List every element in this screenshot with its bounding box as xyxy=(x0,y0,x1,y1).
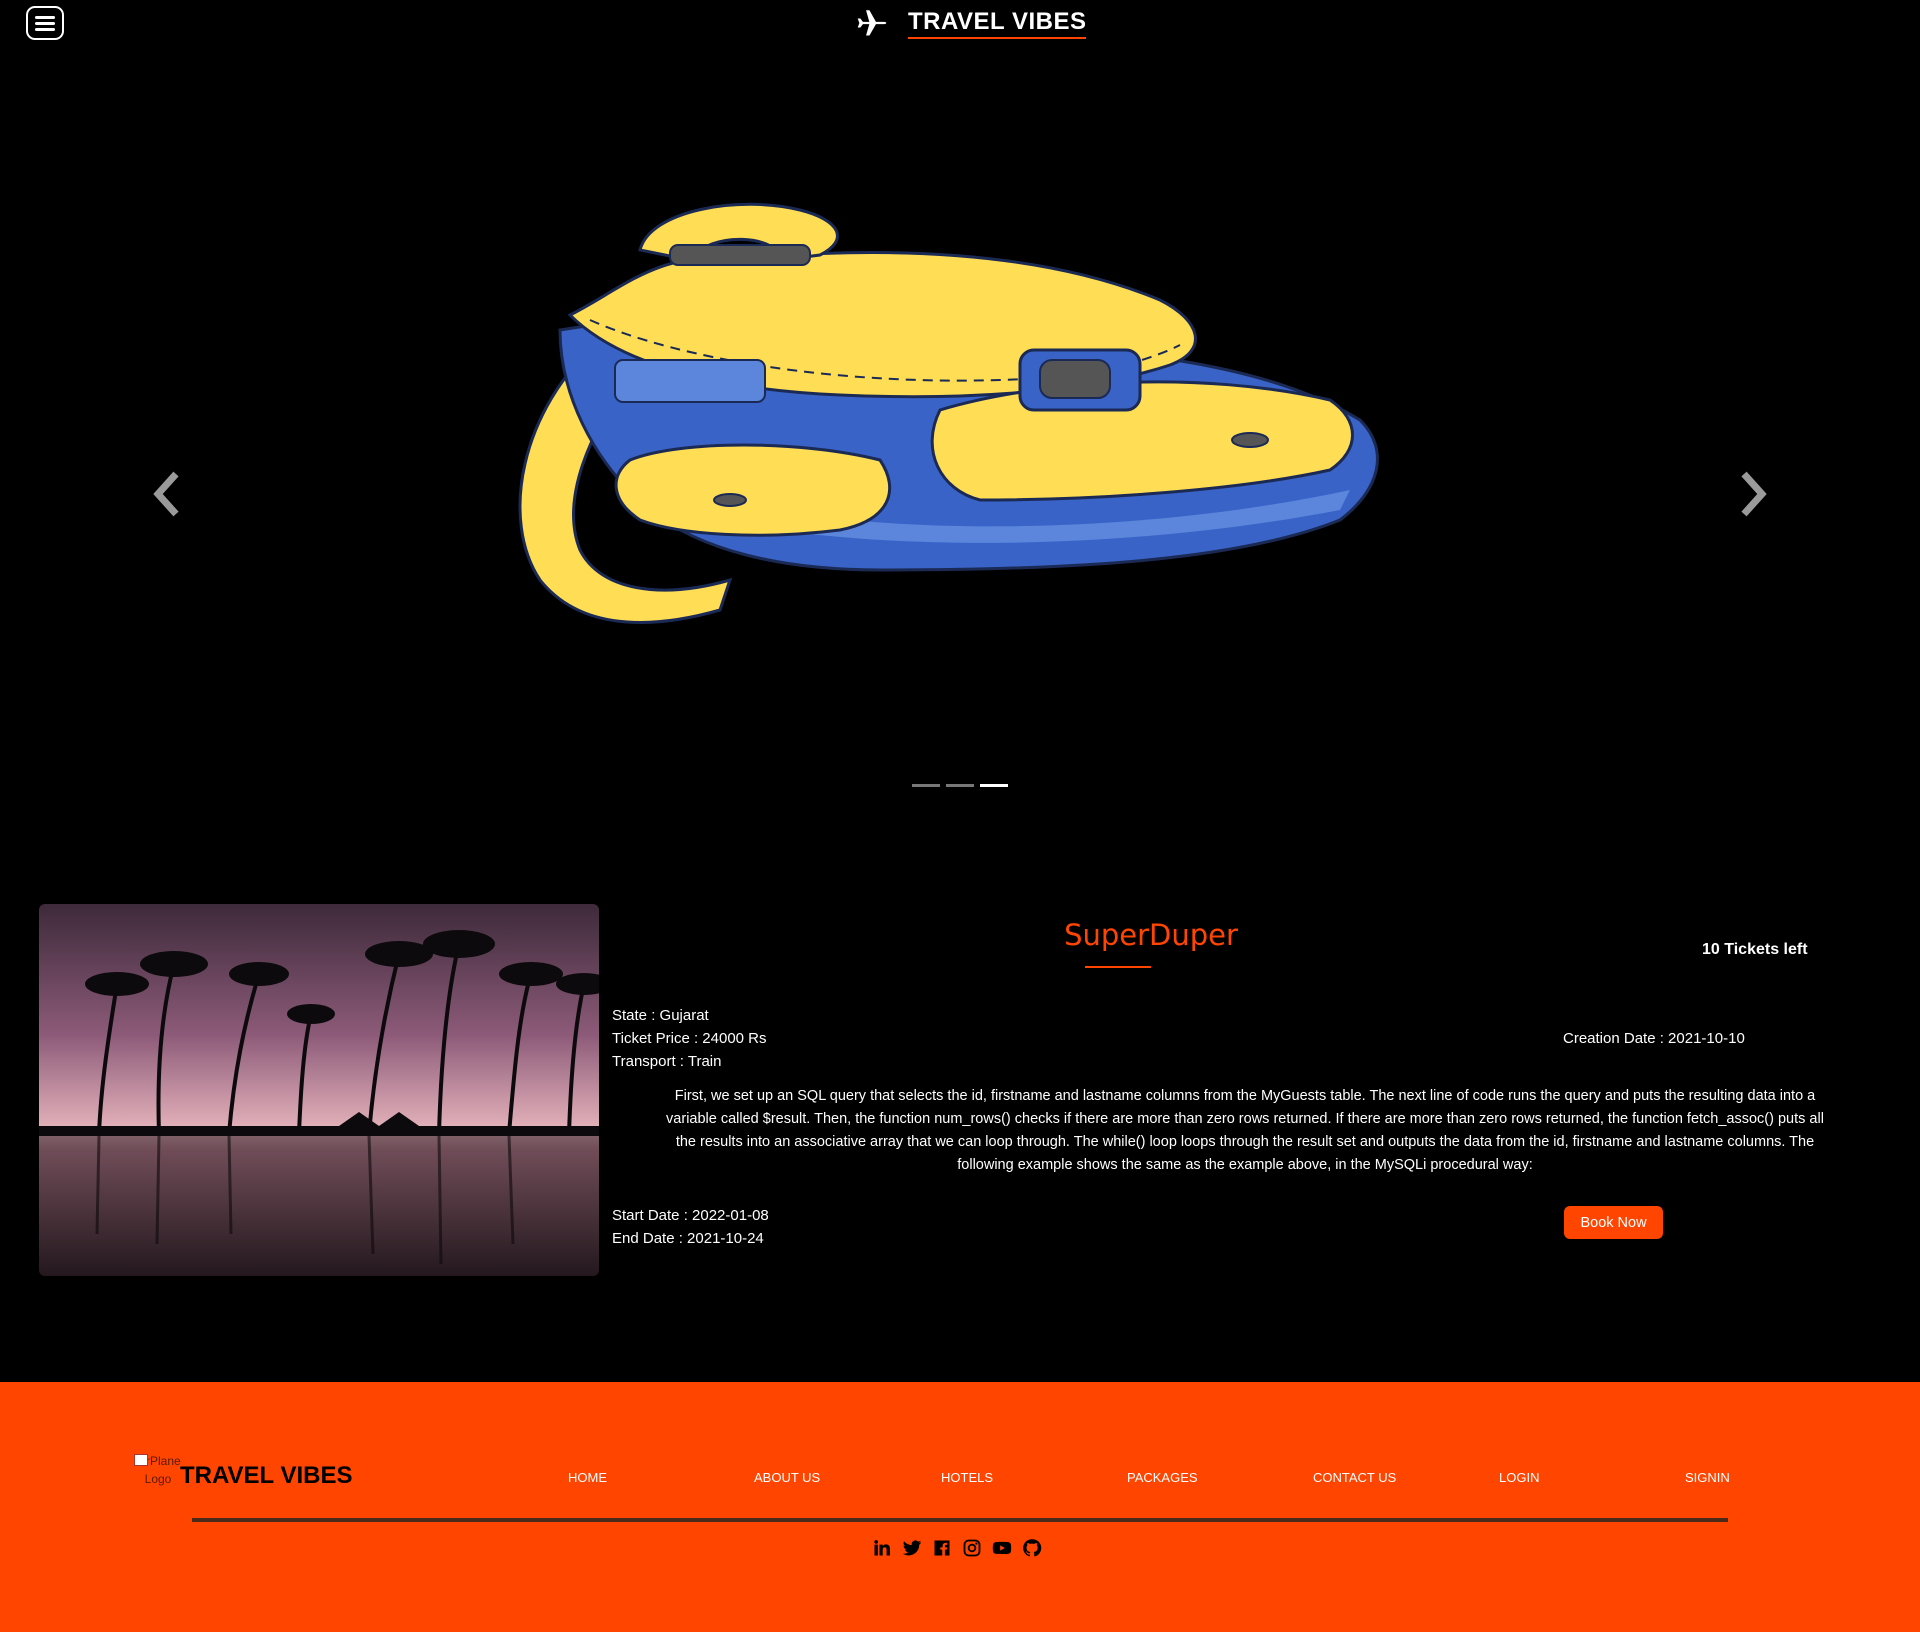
carousel-indicator[interactable] xyxy=(912,784,940,787)
site-brand[interactable]: TRAVEL VIBES xyxy=(852,6,1087,40)
footer-divider xyxy=(192,1518,1728,1522)
footer-brand-name[interactable]: TRAVEL VIBES xyxy=(180,1462,352,1490)
github-icon[interactable] xyxy=(1022,1538,1042,1558)
package-start-date: Start Date : 2022-01-08 xyxy=(612,1207,769,1224)
linkedin-icon[interactable] xyxy=(872,1538,892,1558)
carousel-indicator[interactable] xyxy=(946,784,974,787)
package-ticket-price: Ticket Price : 24000 Rs xyxy=(612,1030,767,1047)
facebook-icon[interactable] xyxy=(932,1538,952,1558)
package-creation-date: Creation Date : 2021-10-10 xyxy=(1563,1030,1745,1047)
footer-link-signin[interactable]: SIGNIN xyxy=(1685,1470,1730,1485)
footer: AirPlane Logo TRAVEL VIBES HOME ABOUT US… xyxy=(0,1382,1920,1632)
hamburger-menu-icon[interactable] xyxy=(26,6,64,40)
hero-carousel xyxy=(0,60,1920,820)
airplane-icon xyxy=(857,10,887,36)
backpack-illustration xyxy=(518,202,1379,624)
footer-link-packages[interactable]: PACKAGES xyxy=(1127,1470,1198,1485)
carousel-indicator-active[interactable] xyxy=(980,784,1008,787)
chevron-left-icon[interactable] xyxy=(148,468,184,520)
airplane-logo-broken-image: AirPlane Logo xyxy=(133,1452,183,1488)
package-end-date: End Date : 2021-10-24 xyxy=(612,1230,764,1247)
footer-link-home[interactable]: HOME xyxy=(568,1470,607,1485)
chevron-right-icon[interactable] xyxy=(1736,468,1772,520)
package-state: State : Gujarat xyxy=(612,1007,709,1024)
package-title: SuperDuper xyxy=(1064,918,1238,952)
title-underline xyxy=(1085,966,1151,968)
tickets-left: 10 Tickets left xyxy=(1702,941,1808,958)
palm-trees-sunset-photo xyxy=(39,904,599,1276)
book-now-button[interactable]: Book Now xyxy=(1564,1206,1663,1239)
footer-link-hotels[interactable]: HOTELS xyxy=(941,1470,993,1485)
package-transport: Transport : Train xyxy=(612,1053,722,1070)
brand-name: TRAVEL VIBES xyxy=(908,8,1087,39)
package-info: State : Gujarat Ticket Price : 24000 Rs … xyxy=(612,1004,767,1073)
carousel-indicators xyxy=(912,784,1008,787)
package-dates: Start Date : 2022-01-08 End Date : 2021-… xyxy=(612,1204,769,1250)
footer-link-contact-us[interactable]: CONTACT US xyxy=(1313,1470,1396,1485)
package-description: First, we set up an SQL query that selec… xyxy=(666,1088,1824,1173)
footer-link-login[interactable]: LOGIN xyxy=(1499,1470,1539,1485)
instagram-icon[interactable] xyxy=(962,1538,982,1558)
youtube-icon[interactable] xyxy=(992,1538,1012,1558)
social-links xyxy=(872,1538,1042,1558)
twitter-icon[interactable] xyxy=(902,1538,922,1558)
footer-link-about-us[interactable]: ABOUT US xyxy=(754,1470,820,1485)
